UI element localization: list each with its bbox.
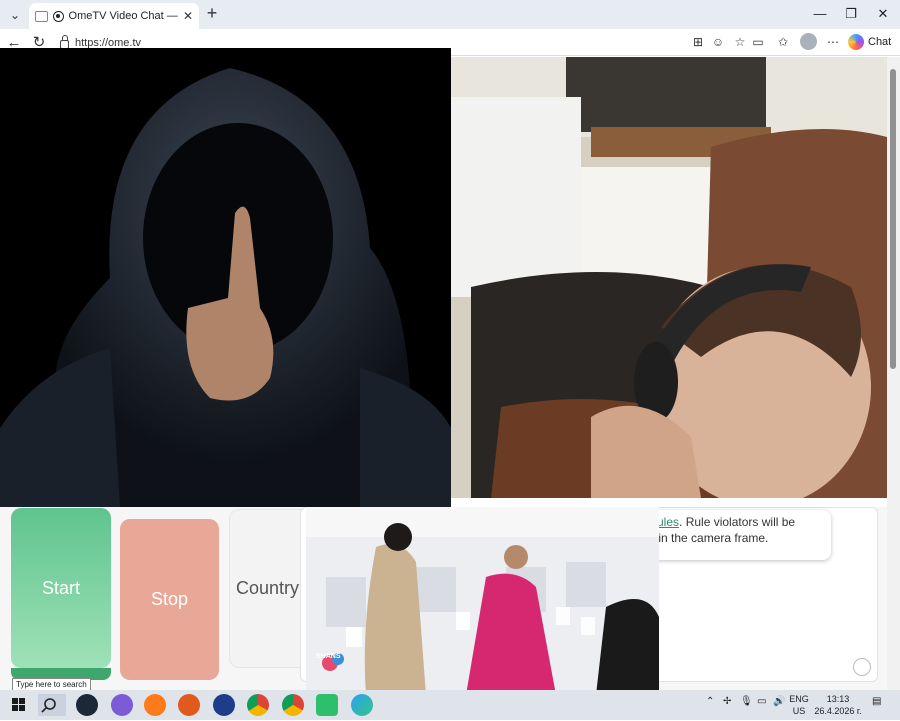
windows-taskbar: ⌃ ✢ 🎙 ▭ 🔊 ENG US 13:13 26.4.2026 г. ▤: [0, 690, 900, 720]
remote-video: [451, 57, 887, 498]
microphone-icon[interactable]: 🎙: [740, 696, 753, 707]
tab-close-icon[interactable]: ✕: [183, 9, 193, 23]
apps-icon[interactable]: ⊞: [690, 34, 706, 50]
more-tools-icon[interactable]: ☺: [710, 34, 726, 50]
input-language[interactable]: ENG US: [788, 693, 810, 717]
recording-icon: [52, 10, 64, 22]
tab-favicon-icon: [35, 10, 48, 22]
maximize-button[interactable]: ❐: [836, 6, 866, 24]
profile-avatar[interactable]: [800, 33, 817, 50]
channel-watermark: SHANS: [316, 653, 341, 660]
camera-icon[interactable]: ▭: [750, 34, 766, 50]
steam-icon[interactable]: [76, 694, 98, 716]
wedding-dance-image: [306, 507, 659, 695]
ea-app-icon[interactable]: [213, 694, 235, 716]
local-video: [0, 48, 451, 507]
network-icon[interactable]: ▭: [757, 696, 766, 707]
collections-icon[interactable]: ✩: [775, 34, 791, 50]
windows-start-icon[interactable]: [8, 694, 30, 716]
hooded-figure-image: [0, 48, 451, 507]
edge-icon[interactable]: [351, 694, 373, 716]
close-window-button[interactable]: ✕: [868, 6, 898, 24]
url-text: https://ome.tv: [75, 36, 142, 49]
chat-label: Chat: [868, 36, 892, 48]
copilot-icon: [848, 34, 864, 50]
chrome-icon[interactable]: [247, 694, 269, 716]
firefox-dev-icon[interactable]: [178, 694, 200, 716]
start-button[interactable]: Start: [11, 508, 111, 668]
tab-title: OmeTV Video Chat — Omegle: [68, 10, 178, 22]
discord-icon[interactable]: [111, 694, 133, 716]
scrollbar-thumb[interactable]: [890, 69, 896, 369]
rules-message: ur rules. Rule violators will be ble in …: [631, 510, 831, 560]
favorite-star-icon[interactable]: ☆: [732, 34, 748, 50]
android-app-icon[interactable]: [316, 694, 338, 716]
chrome-profile-icon[interactable]: [282, 694, 304, 716]
new-tab-button[interactable]: +: [202, 4, 222, 24]
tab-bar: ⌄ OmeTV Video Chat — Omegle ✕ + — ❐ ✕: [0, 0, 900, 29]
menu-dots-icon[interactable]: ⋯: [825, 34, 841, 50]
taskbar-clock[interactable]: 13:13 26.4.2026 г.: [812, 693, 864, 717]
lang-line1: ENG: [789, 694, 809, 704]
copilot-chat-button[interactable]: Chat: [848, 33, 891, 51]
tab-ometv[interactable]: OmeTV Video Chat — Omegle ✕: [29, 3, 199, 29]
search-icon[interactable]: [38, 694, 66, 716]
overlay-video: SHANS: [306, 507, 659, 695]
clock-time: 13:13: [826, 694, 850, 704]
page-scrollbar[interactable]: [887, 57, 900, 690]
tray-app-icon[interactable]: ✢: [723, 696, 731, 707]
notifications-icon[interactable]: ▤: [872, 696, 881, 707]
clock-date: 26.4.2026 г.: [814, 706, 862, 716]
minimize-button[interactable]: —: [805, 6, 835, 24]
rules-suffix: . Rule violators will be: [679, 515, 796, 529]
emoji-icon[interactable]: [853, 658, 871, 676]
stop-button[interactable]: Stop: [120, 519, 219, 680]
firefox-icon[interactable]: [144, 694, 166, 716]
tray-chevron-icon[interactable]: ⌃: [706, 696, 714, 707]
volume-icon[interactable]: 🔊: [773, 696, 785, 707]
tab-list-chevron-icon[interactable]: ⌄: [4, 4, 26, 26]
lang-line2: US: [792, 706, 806, 716]
remote-person-image: [451, 57, 887, 498]
